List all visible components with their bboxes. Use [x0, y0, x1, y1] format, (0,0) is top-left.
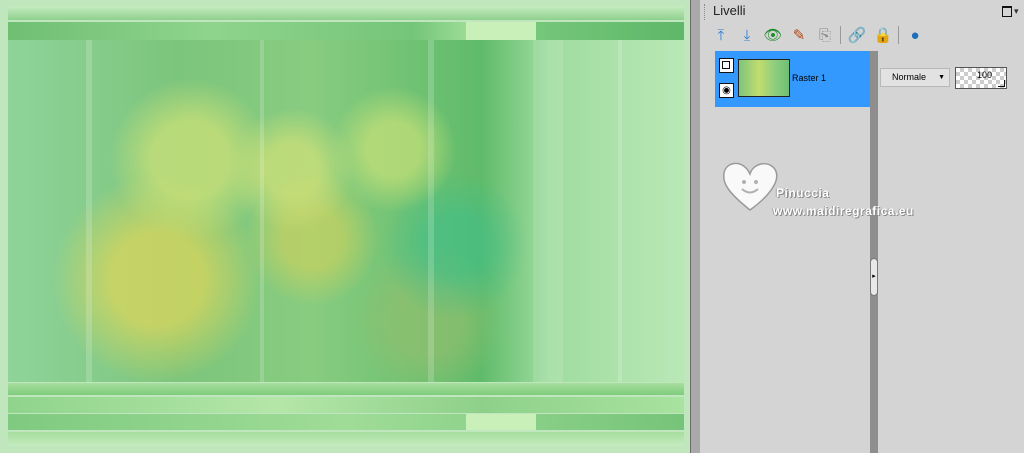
panel-menu-icon[interactable]: ▾ [1014, 6, 1019, 17]
image-frame-band-bottom-1 [8, 383, 684, 395]
maximize-icon[interactable] [1002, 6, 1012, 17]
visibility-toggle-icon[interactable]: 👁 [762, 24, 784, 46]
blend-mode-select[interactable]: Normale ▼ [880, 68, 950, 87]
layer-list: ◉ Raster 1 [715, 51, 870, 453]
layer-properties-icon[interactable]: ✎ [788, 24, 810, 46]
move-up-icon[interactable]: ⤒ [710, 24, 732, 46]
image-frame-band-top-2 [8, 22, 684, 40]
watermark-url: www.maidiregrafica.eu [773, 204, 914, 218]
image-canvas[interactable] [0, 0, 691, 453]
panel-splitter[interactable] [870, 51, 878, 453]
opacity-field[interactable]: 100 [955, 67, 1007, 89]
layer-row-raster-1[interactable]: ◉ Raster 1 [715, 51, 870, 107]
image-frame-band-bottom-4 [8, 432, 684, 446]
eye-icon[interactable]: ◉ [719, 83, 734, 98]
move-down-icon[interactable]: ⤓ [736, 24, 758, 46]
duplicate-icon[interactable]: ⎘ [814, 24, 836, 46]
chevron-down-icon: ▼ [938, 74, 945, 81]
layer-name: Raster 1 [792, 73, 827, 83]
image-frame-band-top-1 [8, 6, 684, 20]
image-frame-band-bottom-2 [8, 397, 684, 413]
delete-layer-icon[interactable]: ● [904, 24, 926, 46]
canvas-area[interactable] [0, 0, 700, 453]
panel-grip[interactable] [704, 4, 707, 20]
watermark-heart-icon [722, 162, 778, 211]
lock-icon[interactable]: 🔒 [872, 24, 894, 46]
layer-thumbnail [738, 59, 790, 97]
layers-palette: Livelli ▾ ⤒ ⤓ 👁 ✎ ⎘ 🔗 🔒 ● ◉ Raster 1 ▸ N… [700, 0, 1024, 453]
watermark-name: Pinuccia [776, 186, 830, 200]
splitter-handle[interactable]: ▸ [870, 258, 878, 296]
image-content[interactable] [8, 40, 684, 382]
layer-type-icon[interactable] [719, 58, 734, 73]
toolbar-separator [840, 26, 841, 44]
opacity-value: 100 [976, 70, 992, 80]
image-frame-band-bottom-3 [8, 414, 684, 430]
panel-title: Livelli [713, 3, 746, 18]
resize-corner-icon [998, 80, 1005, 87]
toolbar-separator [898, 26, 899, 44]
blend-mode-value: Normale [892, 72, 927, 82]
link-icon[interactable]: 🔗 [846, 24, 868, 46]
